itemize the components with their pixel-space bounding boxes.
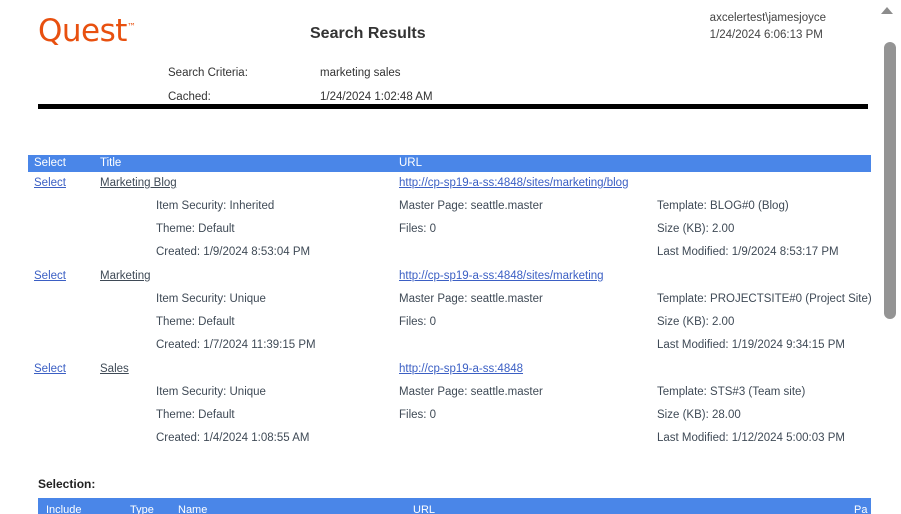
detail-item-security: Item Security: Unique bbox=[156, 386, 266, 398]
column-header-name: Name bbox=[178, 504, 208, 514]
detail-column-template: Template: STS#3 (Team site) Size (KB): 2… bbox=[657, 381, 845, 450]
table-row-main: Select Marketing http://cp-sp19-a-ss:484… bbox=[28, 265, 871, 288]
user-info-block: axcelertest\jamesjoyce 1/24/2024 6:06:13… bbox=[710, 10, 826, 44]
column-header-path: Pa bbox=[854, 504, 868, 514]
detail-size: Size (KB): 28.00 bbox=[657, 409, 741, 421]
selection-table-header-row: Include Children Type Name URL Pa bbox=[38, 498, 871, 514]
detail-template: Template: PROJECTSITE#0 (Project Site) bbox=[657, 293, 872, 305]
page-title: Search Results bbox=[310, 25, 426, 42]
detail-theme: Theme: Default bbox=[156, 223, 235, 235]
detail-template: Template: BLOG#0 (Blog) bbox=[657, 200, 789, 212]
quest-logo-text: Quest bbox=[38, 13, 127, 49]
detail-column-template: Template: BLOG#0 (Blog) Size (KB): 2.00 … bbox=[657, 195, 839, 264]
quest-logo-trademark: ™ bbox=[126, 22, 136, 33]
detail-column-master-page: Master Page: seattle.master Files: 0 bbox=[399, 381, 543, 450]
detail-theme: Theme: Default bbox=[156, 316, 235, 328]
detail-files: Files: 0 bbox=[399, 223, 437, 235]
detail-template: Template: STS#3 (Team site) bbox=[657, 386, 806, 398]
detail-created: Created: 1/9/2024 8:53:04 PM bbox=[156, 246, 311, 258]
detail-item-security: Item Security: Unique bbox=[156, 293, 266, 305]
detail-master-page: Master Page: seattle.master bbox=[399, 386, 543, 398]
scroll-up-arrow-icon[interactable] bbox=[881, 7, 893, 14]
header-divider bbox=[38, 104, 868, 109]
detail-theme: Theme: Default bbox=[156, 409, 235, 421]
scrollbar-track[interactable] bbox=[879, 21, 896, 505]
quest-logo: Quest™ bbox=[38, 16, 136, 47]
detail-last-modified: Last Modified: 1/9/2024 8:53:17 PM bbox=[657, 246, 839, 258]
criteria-value-search: marketing sales bbox=[320, 67, 401, 79]
site-title-link[interactable]: Marketing bbox=[100, 270, 151, 282]
detail-column-security: Item Security: Unique Theme: Default Cre… bbox=[156, 288, 316, 357]
detail-last-modified: Last Modified: 1/12/2024 5:00:03 PM bbox=[657, 432, 845, 444]
select-link[interactable]: Select bbox=[34, 177, 66, 189]
column-header-selection-url: URL bbox=[413, 504, 436, 514]
include-children-line-1: Include bbox=[46, 504, 82, 514]
detail-size: Size (KB): 2.00 bbox=[657, 223, 735, 235]
detail-files: Files: 0 bbox=[399, 316, 437, 328]
detail-created: Created: 1/7/2024 11:39:15 PM bbox=[156, 339, 316, 351]
detail-master-page: Master Page: seattle.master bbox=[399, 293, 543, 305]
detail-blank bbox=[399, 334, 543, 357]
detail-size: Size (KB): 2.00 bbox=[657, 316, 735, 328]
table-row-main: Select Sales http://cp-sp19-a-ss:4848 bbox=[28, 358, 871, 381]
results-table-header-row: Select Title URL bbox=[28, 155, 871, 172]
criteria-row-search: Search Criteria: marketing sales bbox=[168, 61, 433, 85]
site-url-link[interactable]: http://cp-sp19-a-ss:4848/sites/marketing… bbox=[399, 177, 628, 189]
site-title-link[interactable]: Marketing Blog bbox=[100, 177, 177, 189]
selection-section: Selection: Include Children Type Name UR… bbox=[38, 474, 871, 514]
detail-column-security: Item Security: Unique Theme: Default Cre… bbox=[156, 381, 309, 450]
detail-files: Files: 0 bbox=[399, 409, 437, 421]
table-row: Select Marketing Blog http://cp-sp19-a-s… bbox=[28, 172, 871, 265]
select-link[interactable]: Select bbox=[34, 270, 66, 282]
column-header-type: Type bbox=[130, 504, 154, 514]
table-row-details: Item Security: Unique Theme: Default Cre… bbox=[28, 288, 872, 358]
table-row: Select Sales http://cp-sp19-a-ss:4848 It… bbox=[28, 358, 871, 451]
selection-label: Selection: bbox=[38, 477, 96, 491]
report-surface: Quest™ Search Results axcelertest\jamesj… bbox=[0, 0, 874, 514]
vertical-scrollbar[interactable] bbox=[874, 0, 901, 514]
column-header-include-children: Include Children bbox=[46, 504, 98, 514]
user-name: axcelertest\jamesjoyce bbox=[709, 12, 826, 24]
detail-item-security: Item Security: Inherited bbox=[156, 200, 275, 212]
select-link[interactable]: Select bbox=[34, 363, 66, 375]
detail-last-modified: Last Modified: 1/19/2024 9:34:15 PM bbox=[657, 339, 845, 351]
detail-column-master-page: Master Page: seattle.master Files: 0 bbox=[399, 288, 543, 357]
column-header-title: Title bbox=[100, 157, 122, 169]
detail-column-template: Template: PROJECTSITE#0 (Project Site) S… bbox=[657, 288, 872, 357]
scrollbar-thumb[interactable] bbox=[884, 42, 896, 319]
table-row-main: Select Marketing Blog http://cp-sp19-a-s… bbox=[28, 172, 871, 195]
search-results-table: Select Title URL Select Marketing Blog h… bbox=[28, 155, 872, 451]
criteria-label-search: Search Criteria: bbox=[168, 67, 248, 79]
search-criteria-block: Search Criteria: marketing sales Cached:… bbox=[168, 61, 433, 109]
table-row-details: Item Security: Inherited Theme: Default … bbox=[28, 195, 871, 265]
table-row-details: Item Security: Unique Theme: Default Cre… bbox=[28, 381, 871, 451]
column-header-select: Select bbox=[34, 157, 66, 169]
table-row: Select Marketing http://cp-sp19-a-ss:484… bbox=[28, 265, 872, 358]
detail-column-security: Item Security: Inherited Theme: Default … bbox=[156, 195, 310, 264]
site-url-link[interactable]: http://cp-sp19-a-ss:4848/sites/marketing bbox=[399, 270, 604, 282]
detail-blank bbox=[399, 427, 543, 450]
column-header-url: URL bbox=[399, 157, 423, 169]
site-title-link[interactable]: Sales bbox=[100, 363, 129, 375]
detail-blank bbox=[399, 241, 543, 264]
detail-created: Created: 1/4/2024 1:08:55 AM bbox=[156, 432, 310, 444]
detail-column-master-page: Master Page: seattle.master Files: 0 bbox=[399, 195, 543, 264]
detail-master-page: Master Page: seattle.master bbox=[399, 200, 543, 212]
site-url-link[interactable]: http://cp-sp19-a-ss:4848 bbox=[399, 363, 523, 375]
report-timestamp: 1/24/2024 6:06:13 PM bbox=[709, 29, 823, 41]
